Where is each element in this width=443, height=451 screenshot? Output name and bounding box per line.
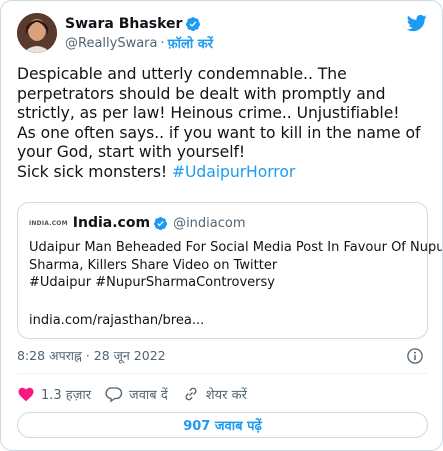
tweet-text: Despicable and utterly condemnable.. The… <box>17 65 431 182</box>
tweet-text-line: As one often says.. if you want to kill … <box>17 123 421 142</box>
tweet-text-line: strictly, as per law! Heinous crime.. Un… <box>17 104 400 122</box>
tweet-header: Swara Bhasker @ReallySwara · फ़ॉलो करें <box>17 13 428 53</box>
like-button[interactable]: 1.3 हज़ार <box>17 385 91 403</box>
quoted-avatar-logo: INDIA.COM <box>29 219 68 227</box>
tweet-card: Swara Bhasker @ReallySwara · फ़ॉलो करें … <box>0 0 443 451</box>
share-label: शेयर करें <box>205 388 247 403</box>
divider <box>17 373 428 374</box>
verified-badge-icon <box>186 17 201 31</box>
heart-icon <box>18 387 34 402</box>
author-handle[interactable]: @ReallySwara <box>65 36 158 51</box>
quoted-author-handle[interactable]: @indiacom <box>173 216 245 231</box>
tweet-text-fragment: Sick sick monsters! <box>17 162 172 181</box>
quoted-tweet[interactable]: INDIA.COM India.com @indiacom Udaipur Ma… <box>17 202 443 339</box>
quoted-text-line: #Udaipur #NupurSharmaControversy <box>29 275 275 290</box>
quoted-text-line: Udaipur Man Beheaded For Social Media Po… <box>29 240 443 255</box>
quoted-link[interactable]: india.com/rajasthan/brea... <box>29 313 204 328</box>
info-icon[interactable] <box>406 347 424 365</box>
tweet-timestamp[interactable]: 8:28 अपराह्न · 28 जून 2022 <box>17 347 166 364</box>
quoted-author-name[interactable]: India.com <box>73 215 150 231</box>
reply-label: जवाब दें <box>129 388 168 403</box>
follow-button[interactable]: फ़ॉलो करें <box>168 34 213 52</box>
share-button[interactable]: शेयर करें <box>182 385 247 403</box>
avatar[interactable] <box>17 13 57 53</box>
action-bar: 1.3 हज़ार जवाब दें शेयर करें <box>17 384 261 404</box>
quoted-tweet-text: Udaipur Man Beheaded For Social Media Po… <box>29 239 443 292</box>
twitter-logo-icon[interactable] <box>406 13 428 33</box>
hashtag-link[interactable]: #UdaipurHorror <box>172 163 295 181</box>
tweet-text-line: perpetrators should be dealt with prompt… <box>17 84 386 103</box>
like-count: 1.3 हज़ार <box>41 388 92 403</box>
tweet-text-line: your God, start with yourself! <box>17 143 246 161</box>
verified-badge-icon <box>154 216 168 230</box>
read-replies-button[interactable]: 907 जवाब पढ़ें <box>17 412 428 438</box>
reply-button[interactable]: जवाब दें <box>105 385 168 403</box>
reply-icon <box>105 387 123 403</box>
link-share-icon <box>185 387 197 401</box>
author-name[interactable]: Swara Bhasker <box>65 16 182 32</box>
quoted-text-line: Sharma, Killers Share Video on Twitter <box>29 257 278 273</box>
tweet-text-line: Despicable and utterly condemnable.. The <box>17 65 347 83</box>
separator-dot: · <box>160 35 165 51</box>
tweet-text-line-last: Sick sick monsters! #UdaipurHorror <box>17 163 431 183</box>
